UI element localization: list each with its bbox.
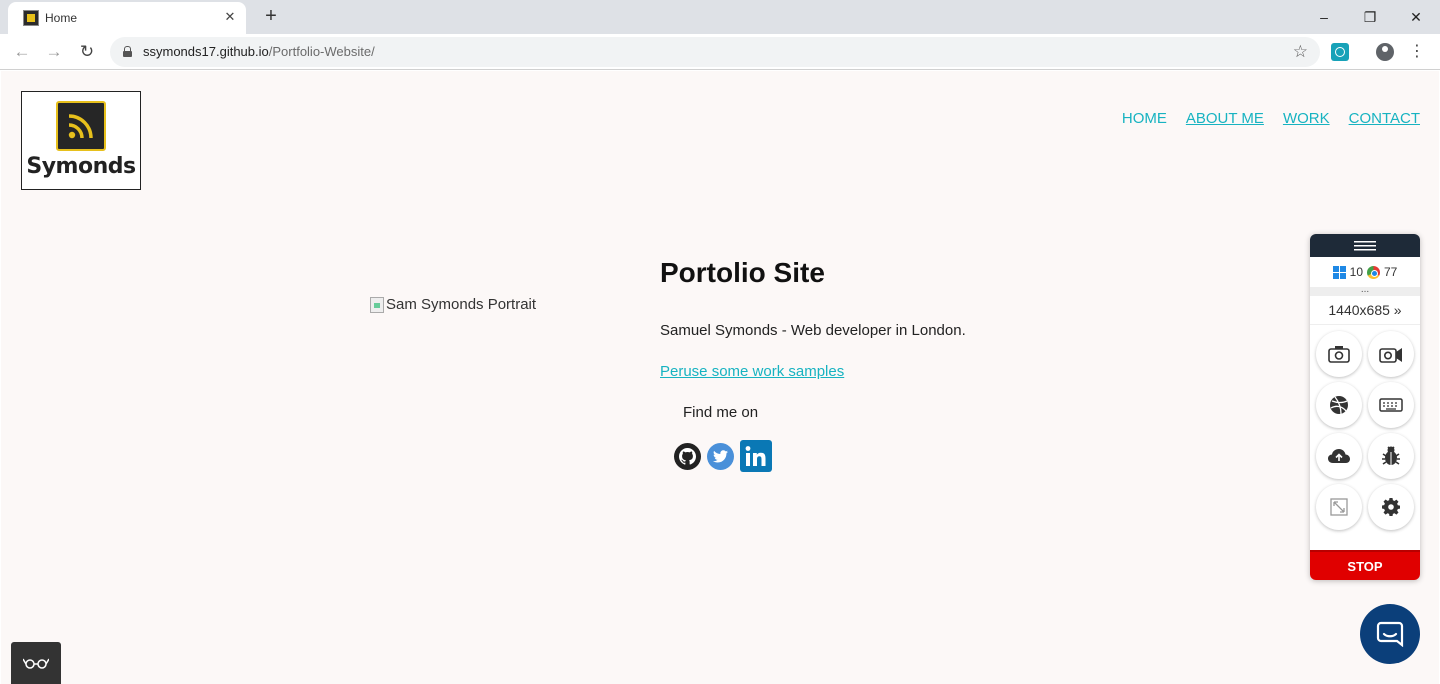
stop-button[interactable]: STOP <box>1310 550 1420 580</box>
work-samples-link[interactable]: Peruse some work samples <box>660 363 844 380</box>
github-icon[interactable] <box>674 442 701 470</box>
url-host: ssymonds17.github.io <box>143 44 269 59</box>
widget-tools <box>1310 325 1420 530</box>
logo-text: Symonds <box>26 154 136 179</box>
url-text[interactable]: ssymonds17.github.io/Portfolio-Website/ <box>143 44 375 59</box>
widget-drag-handle[interactable] <box>1310 234 1420 257</box>
resize-button[interactable] <box>1316 484 1362 530</box>
chat-icon <box>1376 621 1404 647</box>
bug-report-button[interactable] <box>1368 433 1414 479</box>
dribbble-icon <box>1330 396 1348 415</box>
upload-button[interactable] <box>1316 433 1362 479</box>
environment-info: 10 77 <box>1310 257 1420 287</box>
keyboard-icon <box>1379 398 1403 412</box>
widget-more-dots[interactable]: ... <box>1310 285 1420 296</box>
tab-title: Home <box>45 11 78 25</box>
chrome-icon <box>1367 265 1380 279</box>
close-tab-icon[interactable]: ✕ <box>222 9 238 25</box>
forward-button[interactable]: → <box>42 40 66 64</box>
bug-icon <box>1382 446 1400 465</box>
find-me-label: Find me on <box>683 404 759 421</box>
browser-version: 77 <box>1384 265 1398 279</box>
nav-contact[interactable]: CONTACT <box>1349 110 1420 127</box>
page-content: Symonds HOME ABOUT ME WORK CONTACT Sam S… <box>1 71 1439 684</box>
cloud-upload-icon <box>1328 449 1350 463</box>
glasses-icon <box>23 658 49 669</box>
site-logo[interactable]: Symonds <box>21 91 141 190</box>
broken-image-icon <box>370 296 384 313</box>
video-camera-icon <box>1379 348 1402 363</box>
portrait-alt-text: Sam Symonds Portrait <box>386 296 537 313</box>
main-nav: HOME ABOUT ME WORK CONTACT <box>1122 110 1420 127</box>
favicon-icon <box>23 10 39 26</box>
testing-widget: 10 77 ... 1440x685 » STOP <box>1310 234 1420 580</box>
social-links <box>674 440 772 472</box>
twitter-icon[interactable] <box>707 442 734 470</box>
restore-button[interactable]: ❐ <box>1359 6 1381 28</box>
linkedin-icon[interactable] <box>740 440 772 472</box>
browser-tab-bar: Home ✕ + – ❐ ✕ <box>0 0 1440 34</box>
dribbble-button[interactable] <box>1316 382 1362 428</box>
back-button[interactable]: ← <box>10 40 34 64</box>
hamburger-icon <box>1354 240 1376 250</box>
gear-icon <box>1382 498 1400 516</box>
chevron-right-icon: » <box>1393 302 1402 318</box>
portrait-image: Sam Symonds Portrait <box>370 296 536 313</box>
camera-icon <box>1328 346 1350 363</box>
resolution-selector[interactable]: 1440x685 » <box>1310 296 1420 325</box>
page-title: Portolio Site <box>660 257 825 288</box>
os-version: 10 <box>1349 265 1363 279</box>
glasses-button[interactable] <box>11 642 61 684</box>
reload-button[interactable]: ↻ <box>75 40 99 64</box>
screenshot-button[interactable] <box>1316 331 1362 377</box>
browser-menu-icon[interactable]: ⋮ <box>1409 41 1425 63</box>
rss-icon <box>56 101 106 151</box>
page-subtitle: Samuel Symonds - Web developer in London… <box>660 322 966 339</box>
profile-icon[interactable] <box>1376 43 1394 61</box>
new-tab-button[interactable]: + <box>260 6 282 28</box>
minimize-button[interactable]: – <box>1313 6 1335 28</box>
address-bar[interactable]: ssymonds17.github.io/Portfolio-Website/ … <box>110 37 1320 67</box>
nav-about-me[interactable]: ABOUT ME <box>1186 110 1264 127</box>
chat-launcher-button[interactable] <box>1360 604 1420 664</box>
bookmark-star-icon[interactable]: ☆ <box>1293 42 1308 62</box>
keyboard-button[interactable] <box>1368 382 1414 428</box>
resize-icon <box>1330 498 1348 516</box>
resolution-value: 1440x685 <box>1328 302 1390 318</box>
video-record-button[interactable] <box>1368 331 1414 377</box>
close-window-button[interactable]: ✕ <box>1405 6 1427 28</box>
nav-home[interactable]: HOME <box>1122 110 1167 127</box>
settings-button[interactable] <box>1368 484 1414 530</box>
url-path: /Portfolio-Website/ <box>268 44 375 59</box>
windows-icon <box>1332 265 1346 279</box>
lock-icon[interactable] <box>123 46 132 57</box>
browser-toolbar: ← → ↻ ssymonds17.github.io/Portfolio-Web… <box>0 34 1440 70</box>
browser-tab[interactable]: Home ✕ <box>8 2 246 34</box>
nav-work[interactable]: WORK <box>1283 110 1330 127</box>
extension-icon[interactable] <box>1331 43 1349 61</box>
